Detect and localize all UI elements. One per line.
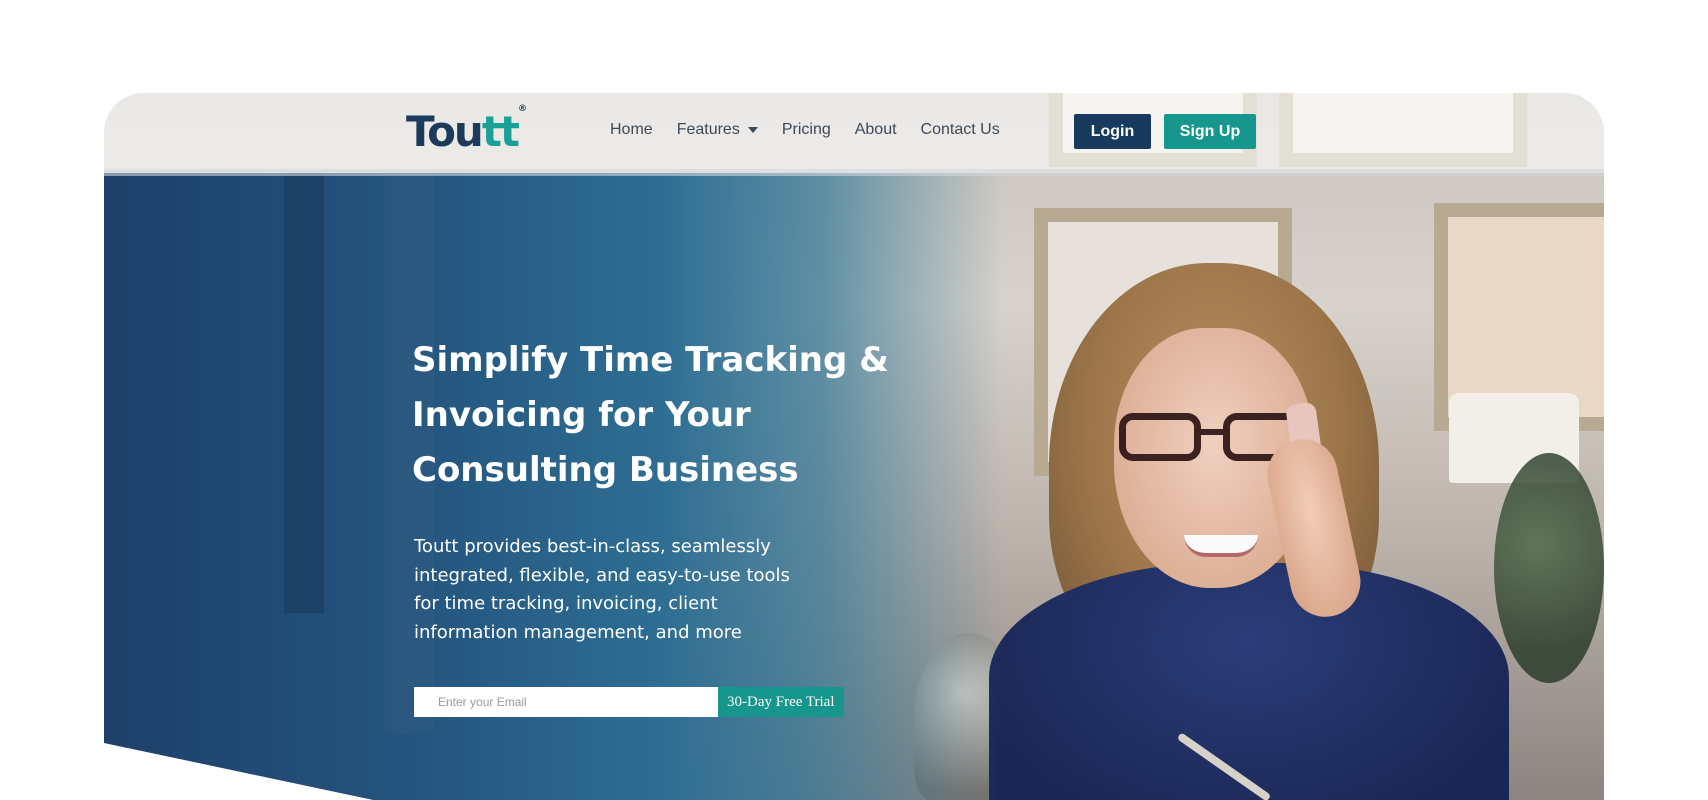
- nav-links: Home Features Pricing About Contact Us: [610, 121, 1024, 139]
- free-trial-button[interactable]: 30-Day Free Trial: [718, 687, 844, 717]
- signup-button[interactable]: Sign Up: [1164, 114, 1256, 149]
- nav-home[interactable]: Home: [610, 121, 653, 139]
- login-button[interactable]: Login: [1074, 114, 1151, 149]
- nav-features[interactable]: Features: [677, 121, 758, 139]
- hero-subtext: Toutt provides best-in-class, seamlessly…: [414, 536, 790, 643]
- chevron-down-icon: [747, 127, 758, 133]
- nav-divider: [104, 169, 1604, 176]
- nav-contact[interactable]: Contact Us: [921, 121, 1000, 139]
- toutt-logo[interactable]: Toutt®: [406, 104, 527, 156]
- person-smile: [1184, 535, 1258, 557]
- person-shirt: [989, 563, 1509, 800]
- trial-signup-form: 30-Day Free Trial: [414, 687, 844, 717]
- navbar: Toutt® Home Features Pricing About Conta…: [104, 93, 1604, 173]
- hero-headline: Simplify Time Tracking & Invoicing for Y…: [412, 340, 889, 490]
- hero-person-photo: [949, 243, 1569, 800]
- overlay-shade: [284, 173, 324, 613]
- email-input[interactable]: [414, 687, 718, 717]
- hero-section: Toutt® Home Features Pricing About Conta…: [104, 93, 1604, 800]
- nav-features-label: Features: [676, 121, 740, 138]
- nav-about[interactable]: About: [855, 121, 897, 139]
- nav-pricing[interactable]: Pricing: [782, 121, 831, 139]
